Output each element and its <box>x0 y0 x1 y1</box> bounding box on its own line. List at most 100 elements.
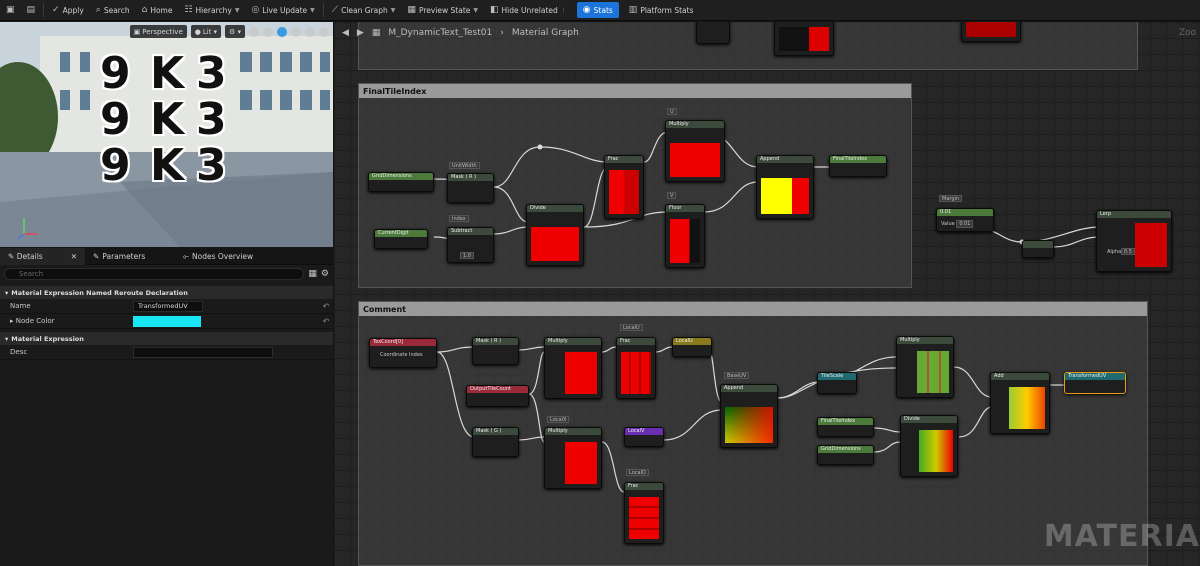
lit-label: Lit <box>202 27 212 36</box>
details-search-input[interactable]: Search <box>4 268 305 280</box>
chevron-down-icon: ▼ <box>234 6 240 14</box>
digit-glyph: 9 <box>100 140 131 191</box>
frac-node-3[interactable]: Frac <box>624 482 664 544</box>
hide-unrelated-button[interactable]: ◧ Hide Unrelated ⋮ <box>484 0 573 21</box>
breadcrumb-graph[interactable]: Material Graph <box>512 28 579 38</box>
final-tile-index-node-2[interactable]: FinalTileIndex <box>817 417 874 437</box>
local-v-node[interactable]: LocalV <box>624 427 664 447</box>
digit-glyph: 3 <box>196 140 227 191</box>
stats-label: Stats <box>593 5 613 15</box>
base-uv-label: BaseUV <box>724 372 750 379</box>
v-label: V <box>667 192 677 199</box>
perspective-button[interactable]: ▣ Perspective <box>129 25 187 38</box>
multiply-node-1[interactable]: Multiply <box>665 120 725 182</box>
category-named-reroute[interactable]: ▾ Material Expression Named Reroute Decla… <box>0 286 333 299</box>
view-options-button[interactable]: ⚙ ▾ <box>224 25 245 38</box>
settings-preview-icon[interactable] <box>319 26 329 37</box>
grid-dimensions-node-2[interactable]: GridDimensions <box>817 445 874 465</box>
tile-scale-node[interactable]: TileScale <box>817 372 857 394</box>
chevron-right-icon: › <box>500 28 504 38</box>
final-tile-index-node[interactable]: FinalTileIndex <box>829 155 887 177</box>
home-button[interactable]: ⌂ Home <box>136 0 179 21</box>
desc-field[interactable] <box>133 346 273 358</box>
preview-state-button[interactable]: ▦ Preview State ▼ <box>401 0 484 21</box>
tab-nodes-overview[interactable]: ⟜ Nodes Overview <box>175 248 261 265</box>
divide-node-1[interactable]: Divide <box>526 204 584 266</box>
lit-button[interactable]: ● Lit ▾ <box>190 25 221 38</box>
table-view-icon[interactable]: ▦ <box>308 269 317 279</box>
transformed-uv-node[interactable]: TransformedUV <box>1064 372 1126 394</box>
local-d-label: LocalD <box>626 469 649 476</box>
multiply-node-4[interactable]: Multiply <box>896 336 954 398</box>
chevron-down-icon: ▾ <box>5 334 9 343</box>
add-node[interactable]: Add <box>990 372 1050 434</box>
graph-breadcrumb-bar: ◀ ▶ ▦ M_DynamicText_Test01 › Material Gr… <box>334 22 1200 44</box>
append-node-1[interactable]: Append <box>756 155 814 219</box>
output-tile-count-node[interactable]: OutputTileCount <box>466 385 529 407</box>
graph-icon: ▦ <box>371 28 381 38</box>
back-icon[interactable]: ◀ <box>342 28 349 38</box>
mask-g-node[interactable]: Mask ( G ) <box>472 427 519 457</box>
gear-icon[interactable]: ⚙ <box>321 269 329 279</box>
cylinder-preview-icon[interactable] <box>291 26 301 37</box>
search-button[interactable]: ⌕ Search <box>90 0 136 21</box>
one-minus-node[interactable] <box>1022 240 1054 258</box>
multiply-node-3[interactable]: Multiply <box>544 427 602 489</box>
plane-preview-icon[interactable] <box>263 26 273 37</box>
index-label: Index <box>449 215 469 222</box>
frac-node-2[interactable]: Frac <box>616 337 656 399</box>
preview-viewport[interactable]: ▣ Perspective ● Lit ▾ ⚙ ▾ 9K3 9K3 9K3 <box>0 22 333 247</box>
details-search-row: Search ▦ ⚙ <box>0 265 333 283</box>
value-label: Value <box>941 221 955 227</box>
live-update-button[interactable]: ◎ Live Update ▼ <box>245 0 320 21</box>
reset-icon[interactable]: ↶ <box>319 302 333 311</box>
clean-graph-label: Clean Graph <box>341 5 388 15</box>
margin-node[interactable]: 0.01 Value 0.01 <box>936 208 994 232</box>
tab-parameters[interactable]: ✎ Parameters <box>85 248 175 265</box>
reset-icon[interactable]: ↶ <box>319 317 333 326</box>
sphere-preview-icon[interactable] <box>249 26 259 37</box>
material-graph[interactable]: ◀ ▶ ▦ M_DynamicText_Test01 › Material Gr… <box>334 22 1200 566</box>
coord-index-label: Coordinate Index <box>380 352 423 358</box>
append-node-2[interactable]: Append <box>720 384 778 448</box>
subtract-node[interactable]: Subtract 1.0 <box>447 227 494 263</box>
value-field[interactable]: 0.01 <box>956 220 974 228</box>
details-panel: ✎ Details ✕ ✎ Parameters ⟜ Nodes Overview S… <box>0 248 333 566</box>
browse-button[interactable]: ▤ <box>21 0 42 21</box>
platform-stats-button[interactable]: ▥ Platform Stats <box>623 0 700 21</box>
zoom-label: Zoo <box>1178 28 1196 38</box>
save-button[interactable]: ▣ <box>0 0 21 21</box>
current-digit-node[interactable]: CurrentDigit <box>374 229 428 249</box>
frac-node-1[interactable]: Frac <box>604 155 644 219</box>
stats-button[interactable]: ◉ Stats <box>576 2 619 18</box>
multiply-node-2[interactable]: Multiply <box>544 337 602 399</box>
alpha-field[interactable]: 0.5 <box>1121 248 1135 255</box>
tab-parameters-label: Parameters <box>102 252 146 261</box>
unit-width-label: UnitWidth <box>449 162 480 169</box>
apply-button[interactable]: ✓ Apply <box>46 0 90 21</box>
mask-r-node[interactable]: Mask ( R ) <box>447 173 494 203</box>
mask-r-node-2[interactable]: Mask ( R ) <box>472 337 519 365</box>
breadcrumb-asset[interactable]: M_DynamicText_Test01 <box>388 28 492 38</box>
close-icon[interactable]: ✕ <box>71 252 77 261</box>
local-u-label: LocalU <box>620 324 643 331</box>
category-material-expression[interactable]: ▾ Material Expression <box>0 332 333 345</box>
name-field[interactable]: TransformedUV <box>133 300 203 312</box>
divide-node-2[interactable]: Divide <box>900 415 958 477</box>
lerp-node[interactable]: Lerp Alpha 0.5 <box>1096 210 1172 272</box>
local-u-node[interactable]: LocalU <box>672 337 712 357</box>
preview-icon: ▦ <box>407 5 416 15</box>
browse-icon: ▤ <box>26 5 36 15</box>
floor-node[interactable]: Floor <box>665 204 705 268</box>
more-icon[interactable]: ⋮ <box>561 7 567 14</box>
grid-dimensions-node[interactable]: GridDimensions <box>368 172 434 192</box>
clean-graph-button[interactable]: ⟋ Clean Graph ▼ <box>326 0 402 21</box>
mesh-preview-icon[interactable] <box>305 26 315 37</box>
cube-preview-icon[interactable] <box>277 26 287 37</box>
forward-icon[interactable]: ▶ <box>357 28 364 38</box>
tab-details[interactable]: ✎ Details ✕ <box>0 248 85 265</box>
hierarchy-button[interactable]: ☷ Hierarchy ▼ <box>178 0 245 21</box>
node-color-swatch[interactable] <box>133 315 201 327</box>
nodes-icon: ⟜ <box>183 251 189 261</box>
texcoord-node[interactable]: TexCoord[0] Coordinate Index <box>369 338 437 368</box>
